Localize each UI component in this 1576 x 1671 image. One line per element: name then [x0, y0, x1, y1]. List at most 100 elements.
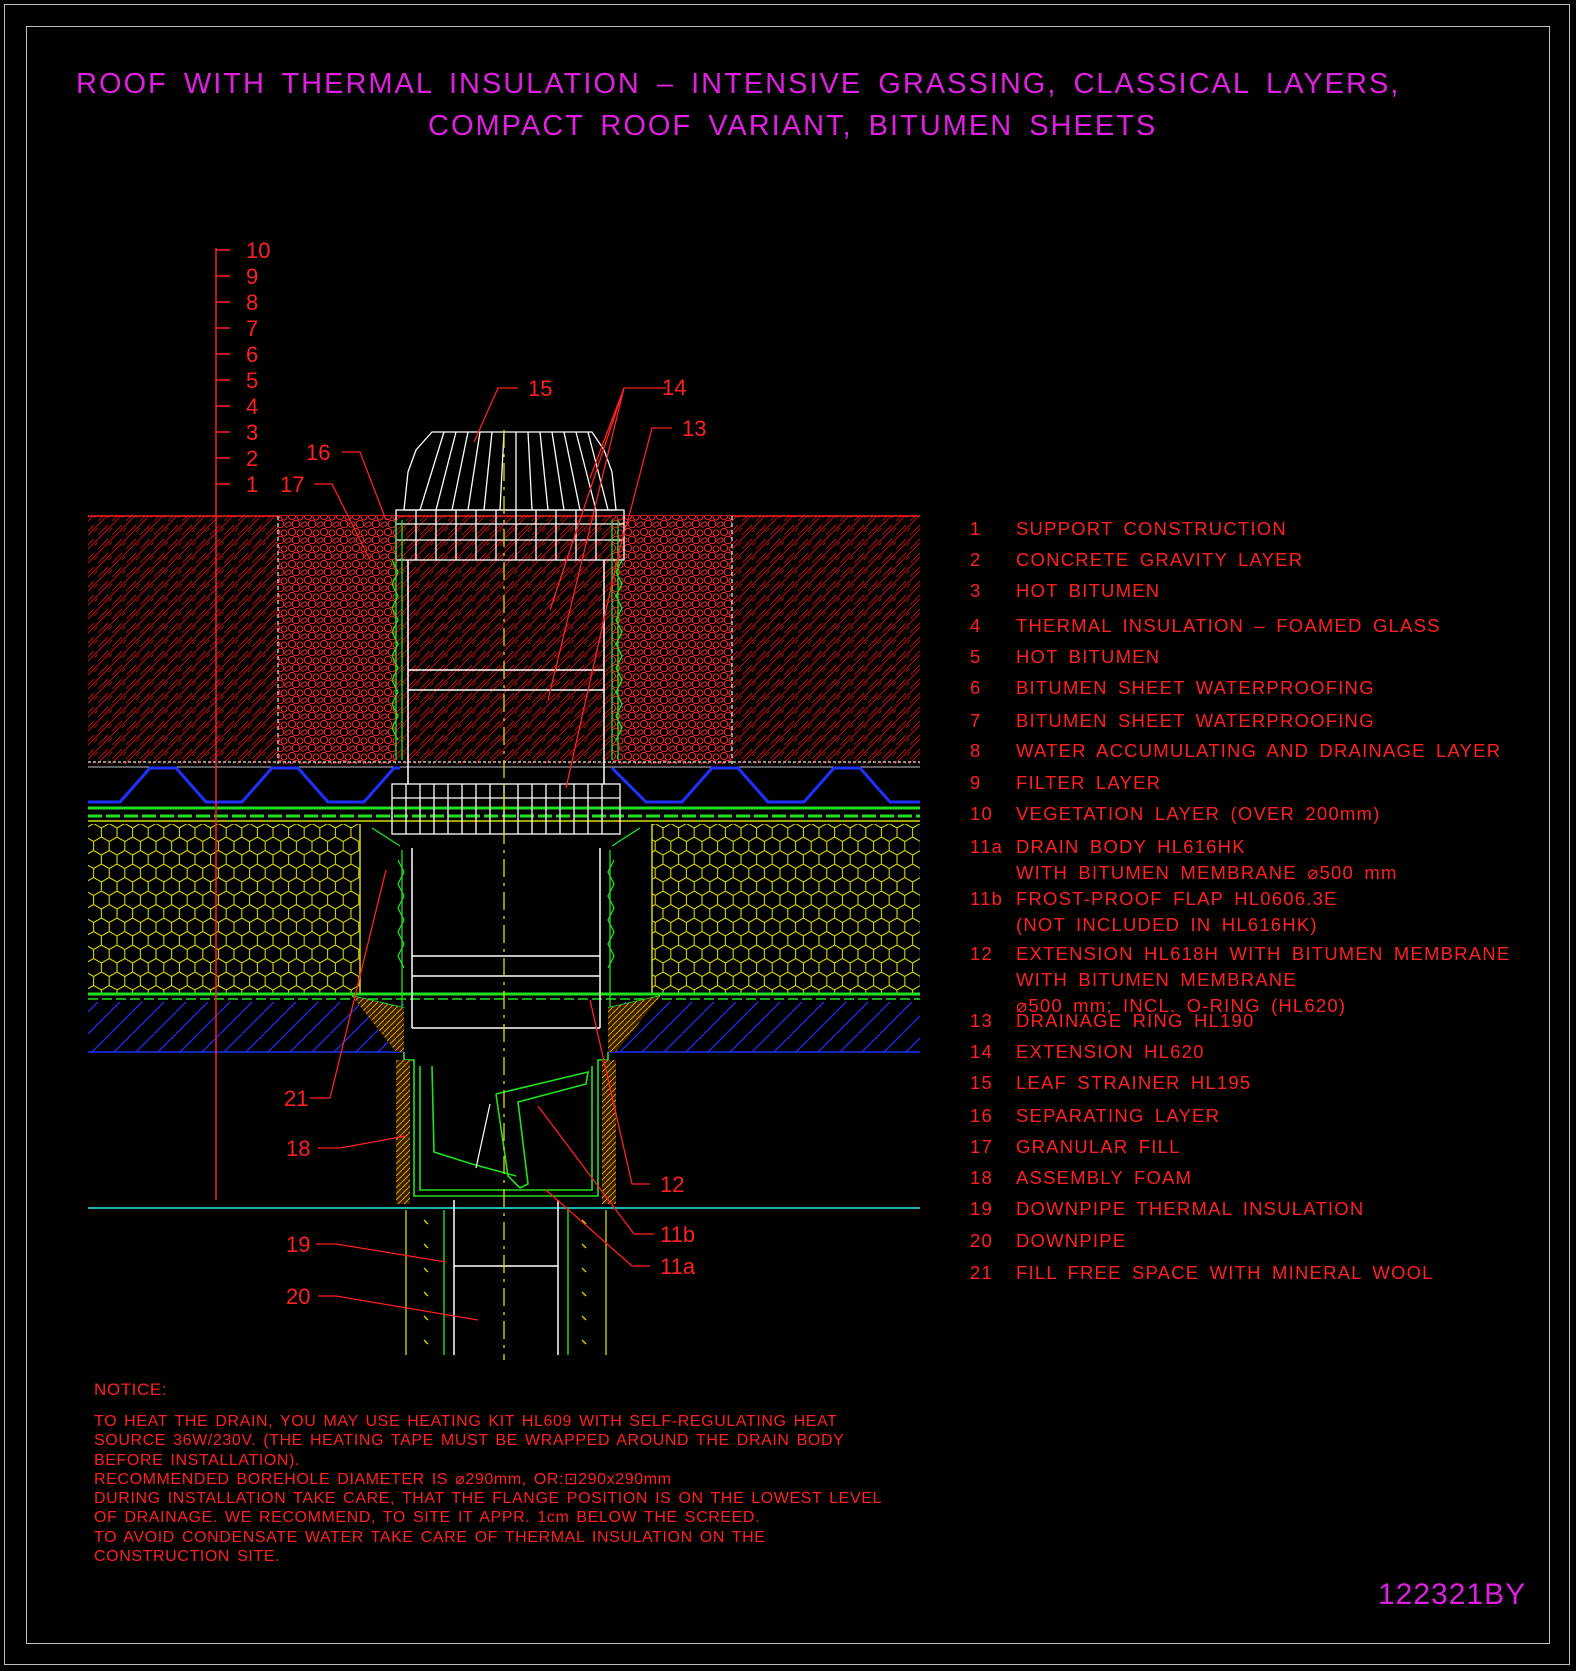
legend-number: 6 — [970, 677, 982, 698]
granular-fill-left — [278, 516, 396, 764]
drainage-layer-left — [88, 766, 400, 804]
legend-number: 3 — [970, 580, 982, 601]
legend-number: 5 — [970, 646, 982, 667]
notice-line: TO AVOID CONDENSATE WATER TAKE CARE OF T… — [94, 1528, 766, 1546]
layer-scale-ticks — [216, 249, 230, 485]
scale-label: 2 — [246, 446, 258, 471]
legend-text-line: (NOT INCLUDED IN HL616HK) — [1016, 914, 1318, 935]
callout-12: 12 — [660, 1172, 684, 1197]
legend-text: FILTER LAYER — [1016, 770, 1161, 796]
legend-text-line: EXTENSION HL618H WITH BITUMEN MEMBRANE — [1016, 943, 1511, 964]
legend-text-line: ASSEMBLY FOAM — [1016, 1167, 1193, 1188]
notice-line: TO HEAT THE DRAIN, YOU MAY USE HEATING K… — [94, 1413, 838, 1430]
legend-number: 13 — [970, 1010, 993, 1031]
legend-number: 18 — [970, 1167, 993, 1188]
legend-number: 10 — [970, 803, 993, 824]
scale-label: 3 — [246, 420, 258, 445]
legend-number: 9 — [970, 772, 982, 793]
legend-text-line: DOWNPIPE — [1016, 1230, 1127, 1251]
legend-text-line: DOWNPIPE THERMAL INSULATION — [1016, 1198, 1365, 1219]
callout-18: 18 — [286, 1136, 310, 1161]
legend-text-line: EXTENSION HL620 — [1016, 1041, 1205, 1062]
notice-line: RECOMMENDED BOREHOLE DIAMETER IS ⌀290mm,… — [94, 1470, 672, 1488]
legend-number: 14 — [970, 1041, 993, 1062]
legend-text-line: WITH BITUMEN MEMBRANE ⌀500 mm — [1016, 862, 1398, 883]
legend-number: 16 — [970, 1105, 993, 1126]
drawing-code: 122321BY — [1378, 1578, 1527, 1611]
legend-text-line: LEAF STRAINER HL195 — [1016, 1072, 1252, 1093]
callout-14: 14 — [662, 375, 686, 400]
legend-number: 2 — [970, 549, 982, 570]
legend-text-line: DRAIN BODY HL616HK — [1016, 836, 1246, 857]
downpipe — [453, 1200, 559, 1355]
callout-15: 15 — [528, 376, 552, 401]
callout-11b: 11b — [660, 1222, 695, 1247]
legend-text: BITUMEN SHEET WATERPROOFING — [1016, 708, 1375, 734]
notice-title: NOTICE: — [94, 1380, 168, 1399]
scale-label: 7 — [246, 316, 258, 341]
legend-text: DOWNPIPE — [1016, 1228, 1126, 1254]
drainage-layer-right — [610, 766, 920, 804]
notice-line: CONSTRUCTION SITE. — [94, 1548, 281, 1566]
legend-text: FROST-PROOF FLAP HL0606.3E (NOT INCLUDED … — [1016, 886, 1338, 938]
legend-text-line: CONCRETE GRAVITY LAYER — [1016, 549, 1304, 570]
legend-number: 7 — [970, 710, 982, 731]
legend-number: 1 — [970, 518, 982, 539]
legend-text-line: THERMAL INSULATION – FOAMED GLASS — [1016, 615, 1441, 636]
legend-text: GRANULAR FILL — [1016, 1134, 1181, 1160]
scale-label: 1 — [246, 472, 258, 497]
legend-text: EXTENSION HL620 — [1016, 1039, 1205, 1065]
scale-label: 6 — [246, 342, 258, 367]
legend-text: THERMAL INSULATION – FOAMED GLASS — [1016, 613, 1441, 639]
assembly-foam-left — [396, 1060, 410, 1204]
callout-21: 21 — [284, 1086, 308, 1111]
legend-text: HOT BITUMEN — [1016, 644, 1160, 670]
legend-text: HOT BITUMEN — [1016, 578, 1160, 604]
callout-16: 16 — [306, 440, 330, 465]
callout-20: 20 — [286, 1284, 310, 1309]
legend-number: 11b — [970, 888, 1004, 909]
legend-text: FILL FREE SPACE WITH MINERAL WOOL — [1016, 1260, 1434, 1286]
notice-line: OF DRAINAGE. WE RECOMMEND, TO SITE IT AP… — [94, 1509, 761, 1527]
legend-text: WATER ACCUMULATING AND DRAINAGE LAYER — [1016, 738, 1501, 764]
legend-text: SEPARATING LAYER — [1016, 1103, 1220, 1129]
callout-17: 17 — [280, 472, 304, 497]
legend-text: VEGETATION LAYER (OVER 200mm) — [1016, 801, 1380, 827]
legend-text: DRAIN BODY HL616HK WITH BITUMEN MEMBRANE … — [1016, 834, 1398, 886]
legend-text-line: HOT BITUMEN — [1016, 646, 1161, 667]
legend-text-line: WITH BITUMEN MEMBRANE — [1016, 969, 1297, 990]
legend-text: BITUMEN SHEET WATERPROOFING — [1016, 675, 1375, 701]
notice-block: NOTICE: TO HEAT THE DRAIN, YOU MAY USE H… — [94, 1380, 882, 1566]
legend-text: DOWNPIPE THERMAL INSULATION — [1016, 1196, 1364, 1222]
granular-fill-right — [612, 516, 732, 764]
downpipe-insulation — [405, 1210, 607, 1355]
notice-line: SOURCE 36W/230V. (THE HEATING TAPE MUST … — [94, 1432, 845, 1450]
notice-line: BEFORE INSTALLATION). — [94, 1451, 301, 1469]
legend-number: 20 — [970, 1230, 993, 1251]
extension-hl618h — [411, 848, 601, 1029]
legend-number: 15 — [970, 1072, 993, 1093]
legend-text-line: DRAINAGE RING HL190 — [1016, 1010, 1255, 1031]
scale-label: 10 — [246, 238, 270, 263]
legend-text-line: BITUMEN SHEET WATERPROOFING — [1016, 710, 1375, 731]
scale-label: 8 — [246, 290, 258, 315]
legend-text: LEAF STRAINER HL195 — [1016, 1070, 1251, 1096]
legend-text-line: FILTER LAYER — [1016, 772, 1162, 793]
legend-text: ASSEMBLY FOAM — [1016, 1165, 1192, 1191]
support-slab-left — [88, 1002, 404, 1052]
notice-line: DURING INSTALLATION TAKE CARE, THAT THE … — [94, 1490, 882, 1508]
thermal-insulation-left — [88, 824, 360, 994]
legend-number: 12 — [970, 943, 993, 964]
legend-text-line: SUPPORT CONSTRUCTION — [1016, 518, 1287, 539]
legend-text-line: FILL FREE SPACE WITH MINERAL WOOL — [1016, 1262, 1434, 1283]
scale-label: 4 — [246, 394, 258, 419]
legend-text-line: VEGETATION LAYER (OVER 200mm) — [1016, 803, 1381, 824]
legend-text-line: BITUMEN SHEET WATERPROOFING — [1016, 677, 1375, 698]
legend-number: 4 — [970, 615, 982, 636]
legend-number: 17 — [970, 1136, 993, 1157]
frost-proof-flap — [495, 1070, 589, 1189]
legend-text-line: HOT BITUMEN — [1016, 580, 1161, 601]
legend-text: CONCRETE GRAVITY LAYER — [1016, 547, 1303, 573]
legend-text-line: WATER ACCUMULATING AND DRAINAGE LAYER — [1016, 740, 1502, 761]
callout-19: 19 — [286, 1232, 310, 1257]
